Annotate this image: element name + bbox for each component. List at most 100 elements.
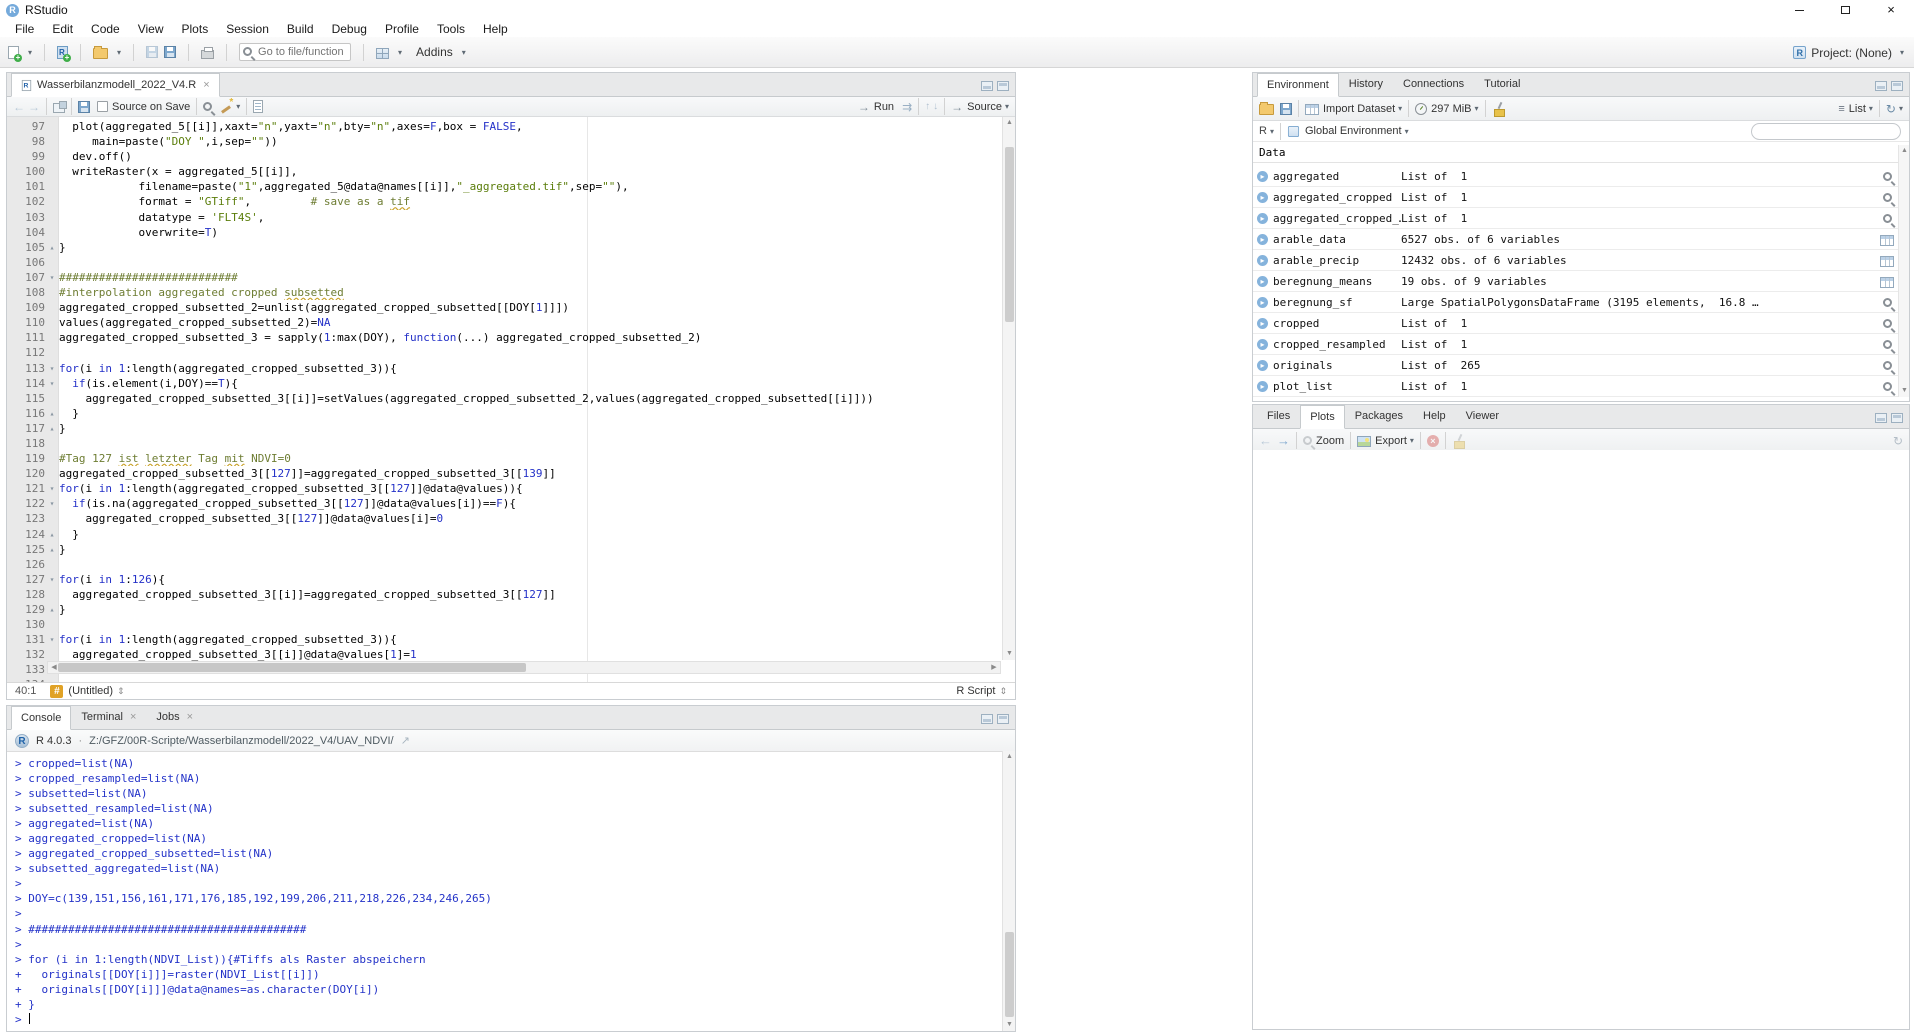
fold-marker-icon[interactable]: ▾ xyxy=(45,361,59,376)
code-line[interactable]: 99 dev.off() xyxy=(7,149,1002,164)
code-line[interactable]: 130 xyxy=(7,617,1002,632)
previous-section-icon[interactable]: ↑ xyxy=(925,101,930,113)
open-directory-icon[interactable]: ↗ xyxy=(401,735,410,747)
scroll-down-icon[interactable]: ▼ xyxy=(1003,1019,1016,1031)
fold-marker-icon[interactable] xyxy=(45,149,59,164)
menu-edit[interactable]: Edit xyxy=(43,22,82,36)
memory-dropdown-icon[interactable]: ▾ xyxy=(1475,104,1479,113)
source-dropdown-icon[interactable]: ▾ xyxy=(1005,102,1009,111)
refresh-dropdown-icon[interactable]: ▾ xyxy=(1899,104,1903,113)
fold-marker-icon[interactable] xyxy=(45,391,59,406)
code-line[interactable]: 127▾for(i in 1:126){ xyxy=(7,572,1002,587)
file-type-selector[interactable]: R Script xyxy=(956,685,995,697)
menu-view[interactable]: View xyxy=(129,22,173,36)
print-icon[interactable] xyxy=(201,50,214,59)
code-line[interactable]: 128 aggregated_cropped_subsetted_3[[i]]=… xyxy=(7,587,1002,602)
close-tab-icon[interactable]: × xyxy=(187,711,193,723)
env-var-arable-precip[interactable]: ▸arable_precip12432 obs. of 6 variables xyxy=(1253,250,1898,271)
fold-marker-icon[interactable]: ▾ xyxy=(45,270,59,285)
env-var-aggregated-cropped[interactable]: ▸aggregated_croppedList of 1 xyxy=(1253,187,1898,208)
scroll-down-icon[interactable]: ▼ xyxy=(1899,385,1910,397)
save-all-icon[interactable] xyxy=(164,46,176,58)
code-line[interactable]: 131▾for(i in 1:length(aggregated_cropped… xyxy=(7,632,1002,647)
section-selector[interactable]: (Untitled) xyxy=(68,685,113,697)
inspect-object-icon[interactable] xyxy=(1883,193,1892,202)
code-line[interactable]: 114▾ if(is.element(i,DOY)==T){ xyxy=(7,376,1002,391)
fold-marker-icon[interactable] xyxy=(45,345,59,360)
scrollbar-thumb[interactable] xyxy=(58,663,526,672)
fold-marker-icon[interactable]: ▾ xyxy=(45,481,59,496)
code-line[interactable]: 113▾for(i in 1:length(aggregated_cropped… xyxy=(7,361,1002,376)
scroll-down-icon[interactable]: ▼ xyxy=(1003,648,1015,660)
code-line[interactable]: 110values(aggregated_cropped_subsetted_2… xyxy=(7,315,1002,330)
fold-marker-icon[interactable]: ▾ xyxy=(45,632,59,647)
code-line[interactable]: 119#Tag 127 ist letzter Tag mit NDVI=0 xyxy=(7,451,1002,466)
inspect-object-icon[interactable] xyxy=(1883,298,1892,307)
new-file-dropdown-icon[interactable]: ▾ xyxy=(28,48,32,57)
save-workspace-icon[interactable] xyxy=(1280,103,1292,115)
expand-icon[interactable]: ▸ xyxy=(1257,360,1268,371)
env-var-originals[interactable]: ▸originalsList of 265 xyxy=(1253,355,1898,376)
fold-marker-icon[interactable]: ▾ xyxy=(45,572,59,587)
list-view-dropdown-icon[interactable]: ▾ xyxy=(1869,104,1873,113)
code-line[interactable]: 115 aggregated_cropped_subsetted_3[[i]]=… xyxy=(7,391,1002,406)
code-line[interactable]: 97 plot(aggregated_5[[i]],xaxt="n",yaxt=… xyxy=(7,119,1002,134)
close-button[interactable]: × xyxy=(1868,0,1914,20)
previous-plot-icon[interactable]: ← xyxy=(1259,435,1272,447)
fold-marker-icon[interactable] xyxy=(45,164,59,179)
editor-horizontal-scrollbar[interactable]: ◀ ▶ xyxy=(47,661,1001,674)
code-line[interactable]: 117▴} xyxy=(7,421,1002,436)
code-line[interactable]: 111aggregated_cropped_subsetted_3 = sapp… xyxy=(7,330,1002,345)
expand-icon[interactable]: ▸ xyxy=(1257,192,1268,203)
expand-icon[interactable]: ▸ xyxy=(1257,234,1268,245)
close-tab-icon[interactable]: × xyxy=(203,79,209,91)
expand-icon[interactable]: ▸ xyxy=(1257,213,1268,224)
fold-marker-icon[interactable]: ▾ xyxy=(45,376,59,391)
tab-plots[interactable]: Plots xyxy=(1300,405,1344,429)
import-dataset-dropdown-icon[interactable]: ▾ xyxy=(1398,104,1402,113)
fold-marker-icon[interactable]: ▴ xyxy=(45,602,59,617)
language-dropdown-icon[interactable]: ▾ xyxy=(1270,127,1274,136)
env-var-aggregated-cropped[interactable]: ▸aggregated_cropped_…List of 1 xyxy=(1253,208,1898,229)
tab-wasserbilanzmodell-2022-v4-r[interactable]: RWasserbilanzmodell_2022_V4.R× xyxy=(11,73,220,97)
expand-icon[interactable]: ▸ xyxy=(1257,381,1268,392)
code-line[interactable]: 101 filename=paste("1",aggregated_5@data… xyxy=(7,179,1002,194)
fold-marker-icon[interactable] xyxy=(45,557,59,572)
fold-marker-icon[interactable] xyxy=(45,179,59,194)
env-var-cropped[interactable]: ▸croppedList of 1 xyxy=(1253,313,1898,334)
maximize-button[interactable] xyxy=(1822,0,1868,20)
code-line[interactable]: 104 overwrite=T) xyxy=(7,225,1002,240)
fold-marker-icon[interactable] xyxy=(45,255,59,270)
inspect-object-icon[interactable] xyxy=(1883,382,1892,391)
env-var-beregnung-means[interactable]: ▸beregnung_means19 obs. of 9 variables xyxy=(1253,271,1898,292)
maximize-pane-icon[interactable] xyxy=(997,81,1009,91)
compile-report-icon[interactable] xyxy=(253,100,263,113)
addins-dropdown-icon[interactable]: ▾ xyxy=(462,48,466,57)
fold-marker-icon[interactable] xyxy=(45,587,59,602)
menu-profile[interactable]: Profile xyxy=(376,22,428,36)
code-line[interactable]: 118 xyxy=(7,436,1002,451)
code-tools-dropdown-icon[interactable]: ▾ xyxy=(236,102,240,111)
fold-marker-icon[interactable]: ▴ xyxy=(45,240,59,255)
code-line[interactable]: 129▴} xyxy=(7,602,1002,617)
expand-icon[interactable]: ▸ xyxy=(1257,297,1268,308)
fold-marker-icon[interactable] xyxy=(45,210,59,225)
menu-tools[interactable]: Tools xyxy=(428,22,474,36)
back-icon[interactable]: ← xyxy=(13,101,25,113)
maximize-pane-icon[interactable] xyxy=(997,714,1009,724)
scroll-up-icon[interactable]: ▲ xyxy=(1003,751,1016,763)
tab-files[interactable]: Files xyxy=(1257,404,1300,428)
console-vertical-scrollbar[interactable]: ▲ ▼ xyxy=(1002,751,1015,1031)
list-view-selector[interactable]: List xyxy=(1849,103,1866,115)
new-project-icon[interactable]: R+ xyxy=(57,46,68,59)
fold-marker-icon[interactable]: ▾ xyxy=(45,496,59,511)
menu-plots[interactable]: Plots xyxy=(173,22,218,36)
clear-all-plots-icon[interactable] xyxy=(1452,434,1465,448)
next-section-icon[interactable]: ↓ xyxy=(933,101,938,113)
fold-marker-icon[interactable] xyxy=(45,134,59,149)
tab-help[interactable]: Help xyxy=(1413,404,1456,428)
tab-jobs[interactable]: Jobs× xyxy=(146,705,203,729)
forward-icon[interactable]: → xyxy=(28,101,40,113)
env-var-arable-data[interactable]: ▸arable_data6527 obs. of 6 variables xyxy=(1253,229,1898,250)
clear-workspace-icon[interactable] xyxy=(1492,102,1505,116)
